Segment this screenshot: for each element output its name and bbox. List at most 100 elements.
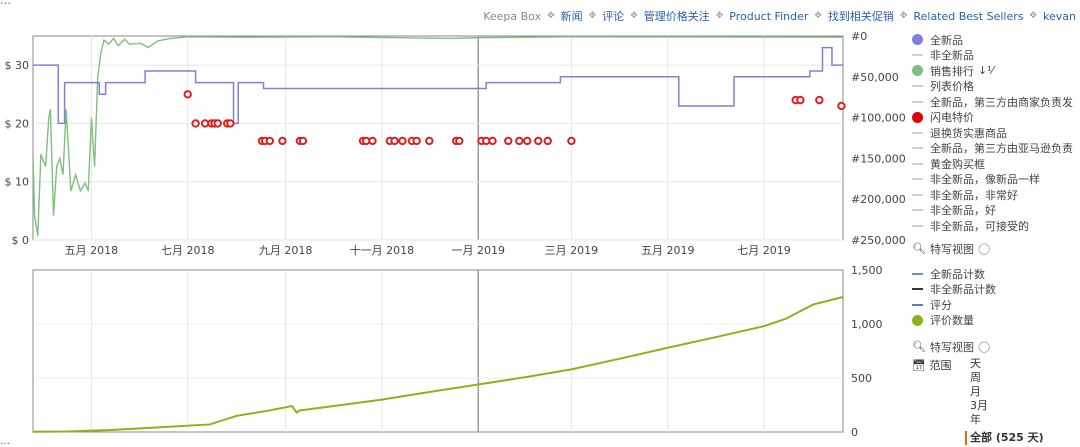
truncated-footer-text: …	[0, 436, 10, 447]
y-right-tick-label-bottom: 1,000	[851, 318, 883, 331]
y-left-tick-label: $ 30	[5, 59, 30, 72]
legend-line-icon	[912, 303, 923, 306]
lightning-deal-point	[183, 90, 192, 99]
lightning-deal-point	[398, 136, 407, 146]
range-option-selected[interactable]: 全部 (525 天)	[965, 431, 1050, 445]
lightning-deal-point	[488, 136, 497, 146]
lightning-deal-point	[567, 136, 576, 146]
sort-order-icon[interactable]: ↓⅟	[978, 64, 993, 77]
x-tick-label: 五月 2018	[65, 244, 119, 257]
legend-top-item[interactable]: 黄金购买框	[912, 156, 1073, 172]
legend-bottom: 全新品计数 非全新品计数 评分 评价数量	[912, 266, 996, 328]
x-tick-label: 一月 2019	[452, 244, 506, 257]
diamond-separator-icon: ✥	[588, 11, 597, 21]
legend-bottom-item[interactable]: 全新品计数	[912, 266, 996, 282]
legend-label: 非全新品，可接受的	[930, 219, 1029, 233]
y-left-tick-label: $ 20	[5, 117, 30, 130]
legend-top-item[interactable]: 非全新品，可接受的	[912, 218, 1073, 234]
top-nav: Keepa Box ✥ 新闻 ✥ 评论 ✥ 管理价格关注 ✥ Product F…	[483, 8, 1076, 24]
legend-bottom-item[interactable]: 评分	[912, 297, 996, 313]
y-left-tick-label: $ 10	[5, 176, 30, 189]
magnifier-icon: 🔍︎	[912, 242, 926, 256]
nav-link-deals[interactable]: 找到相关促销	[828, 8, 894, 24]
legend-dot-icon	[912, 314, 923, 326]
lightning-deal-point	[412, 136, 421, 146]
legend-label: 列表价格	[930, 80, 974, 94]
x-tick-label: 七月 2019	[737, 244, 791, 257]
legend-label: 评分	[930, 298, 952, 312]
nav-link-product-finder[interactable]: Product Finder	[729, 10, 808, 23]
legend-dot-icon	[912, 34, 923, 46]
zoom-toggle-top[interactable]: 🔍︎ 特写视图 ◯	[912, 241, 990, 257]
lightning-deal-point	[515, 136, 524, 146]
nav-link-reviews[interactable]: 评论	[602, 8, 624, 24]
y-right-tick-label: #200,000	[851, 193, 906, 206]
legend-top-item[interactable]: 全新品，第三方由商家负责发	[912, 94, 1073, 110]
toggle-icon: ◯	[977, 242, 991, 256]
range-option[interactable]: 年	[970, 413, 1050, 427]
legend-top-item[interactable]: 非全新品，好	[912, 203, 1073, 219]
legend-top-item[interactable]: 闪电特价	[912, 110, 1073, 126]
magnifier-icon: 🔍︎	[912, 340, 926, 354]
legend-top-item[interactable]: 列表价格	[912, 79, 1073, 95]
y-right-tick-label: #100,000	[851, 112, 906, 125]
calendar-icon: 📅︎	[912, 359, 926, 372]
x-tick-label: 十一月 2018	[350, 243, 415, 257]
x-tick-label: 三月 2019	[545, 244, 599, 257]
legend-line-icon	[912, 131, 923, 134]
lightning-deal-point	[278, 136, 287, 146]
legend-label: 非全新品，好	[930, 204, 996, 218]
legend-bottom-item[interactable]: 评价数量	[912, 313, 996, 329]
legend-top-item[interactable]: 全新品，第三方由亚马逊负责	[912, 141, 1073, 157]
legend-line-icon	[912, 209, 923, 212]
y-left-tick-label: $ 0	[12, 234, 30, 247]
range-option[interactable]: 周	[970, 371, 1050, 385]
x-tick-label: 七月 2018	[161, 244, 215, 257]
legend-label: 非全新品，像新品一样	[930, 173, 1040, 187]
legend-line-icon	[912, 272, 923, 275]
price-history-chart[interactable]: 五月 2018 七月 2018 九月 2018 十一月 2018 一月 2019 三月 2…	[0, 28, 910, 443]
legend-bottom-item[interactable]: 非全新品计数	[912, 282, 996, 298]
lightning-deal-point	[455, 136, 464, 146]
legend-top-item[interactable]: 退换货实惠商品	[912, 125, 1073, 141]
y-right-tick-label: #250,000	[851, 234, 906, 247]
legend-label: 黄金购买框	[930, 157, 985, 171]
top-bar: … Keepa Box ✥ 新闻 ✥ 评论 ✥ 管理价格关注 ✥ Product…	[0, 0, 1080, 28]
legend-top-item[interactable]: 非全新品，非常好	[912, 187, 1073, 203]
lightning-deal-point	[298, 136, 308, 146]
y-right-tick-label-bottom: 1,500	[851, 264, 883, 277]
nav-link-news[interactable]: 新闻	[561, 8, 583, 24]
lightning-deal-point	[796, 95, 805, 105]
legend-label: 全新品	[930, 33, 963, 47]
diamond-separator-icon: ✥	[547, 11, 555, 21]
zoom-label: 特写视图	[929, 242, 974, 256]
lightning-deal-point	[504, 136, 513, 146]
legend-top-item[interactable]: 销售排行 ↓⅟	[912, 63, 1073, 79]
zoom-toggle-bottom[interactable]: 🔍︎ 特写视图 ◯	[912, 339, 990, 355]
legend-line-icon	[912, 147, 923, 150]
x-tick-label: 九月 2018	[259, 244, 313, 257]
legend-line-icon	[912, 224, 923, 227]
legend-top-item[interactable]: 非全新品	[912, 48, 1073, 64]
legend-top-item[interactable]: 非全新品，像新品一样	[912, 172, 1073, 188]
diamond-separator-icon: ✥	[630, 11, 638, 21]
legend-dot-icon	[912, 65, 923, 77]
keepa-box-label: Keepa Box	[483, 9, 542, 23]
legend-top-item[interactable]: 全新品	[912, 32, 1073, 48]
range-option[interactable]: 月	[970, 385, 1050, 399]
nav-link-user[interactable]: kevan	[1043, 10, 1076, 23]
lightning-deal-point	[425, 136, 434, 146]
legend-line-icon	[912, 178, 923, 181]
lightning-deal-point	[265, 136, 275, 146]
series-new-price-line	[33, 46, 843, 125]
diamond-separator-icon: ✥	[814, 11, 822, 21]
range-option[interactable]: 3月	[970, 399, 1050, 413]
lightning-deal-point	[191, 119, 200, 128]
range-option[interactable]: 天	[970, 357, 1050, 371]
nav-link-price-watch[interactable]: 管理价格关注	[644, 8, 710, 24]
range-label: 范围	[929, 359, 952, 372]
zoom-label: 特写视图	[929, 340, 974, 354]
lightning-deal-point	[213, 119, 222, 128]
lightning-deal-point	[534, 136, 543, 146]
nav-link-best-sellers[interactable]: Related Best Sellers	[913, 10, 1023, 23]
